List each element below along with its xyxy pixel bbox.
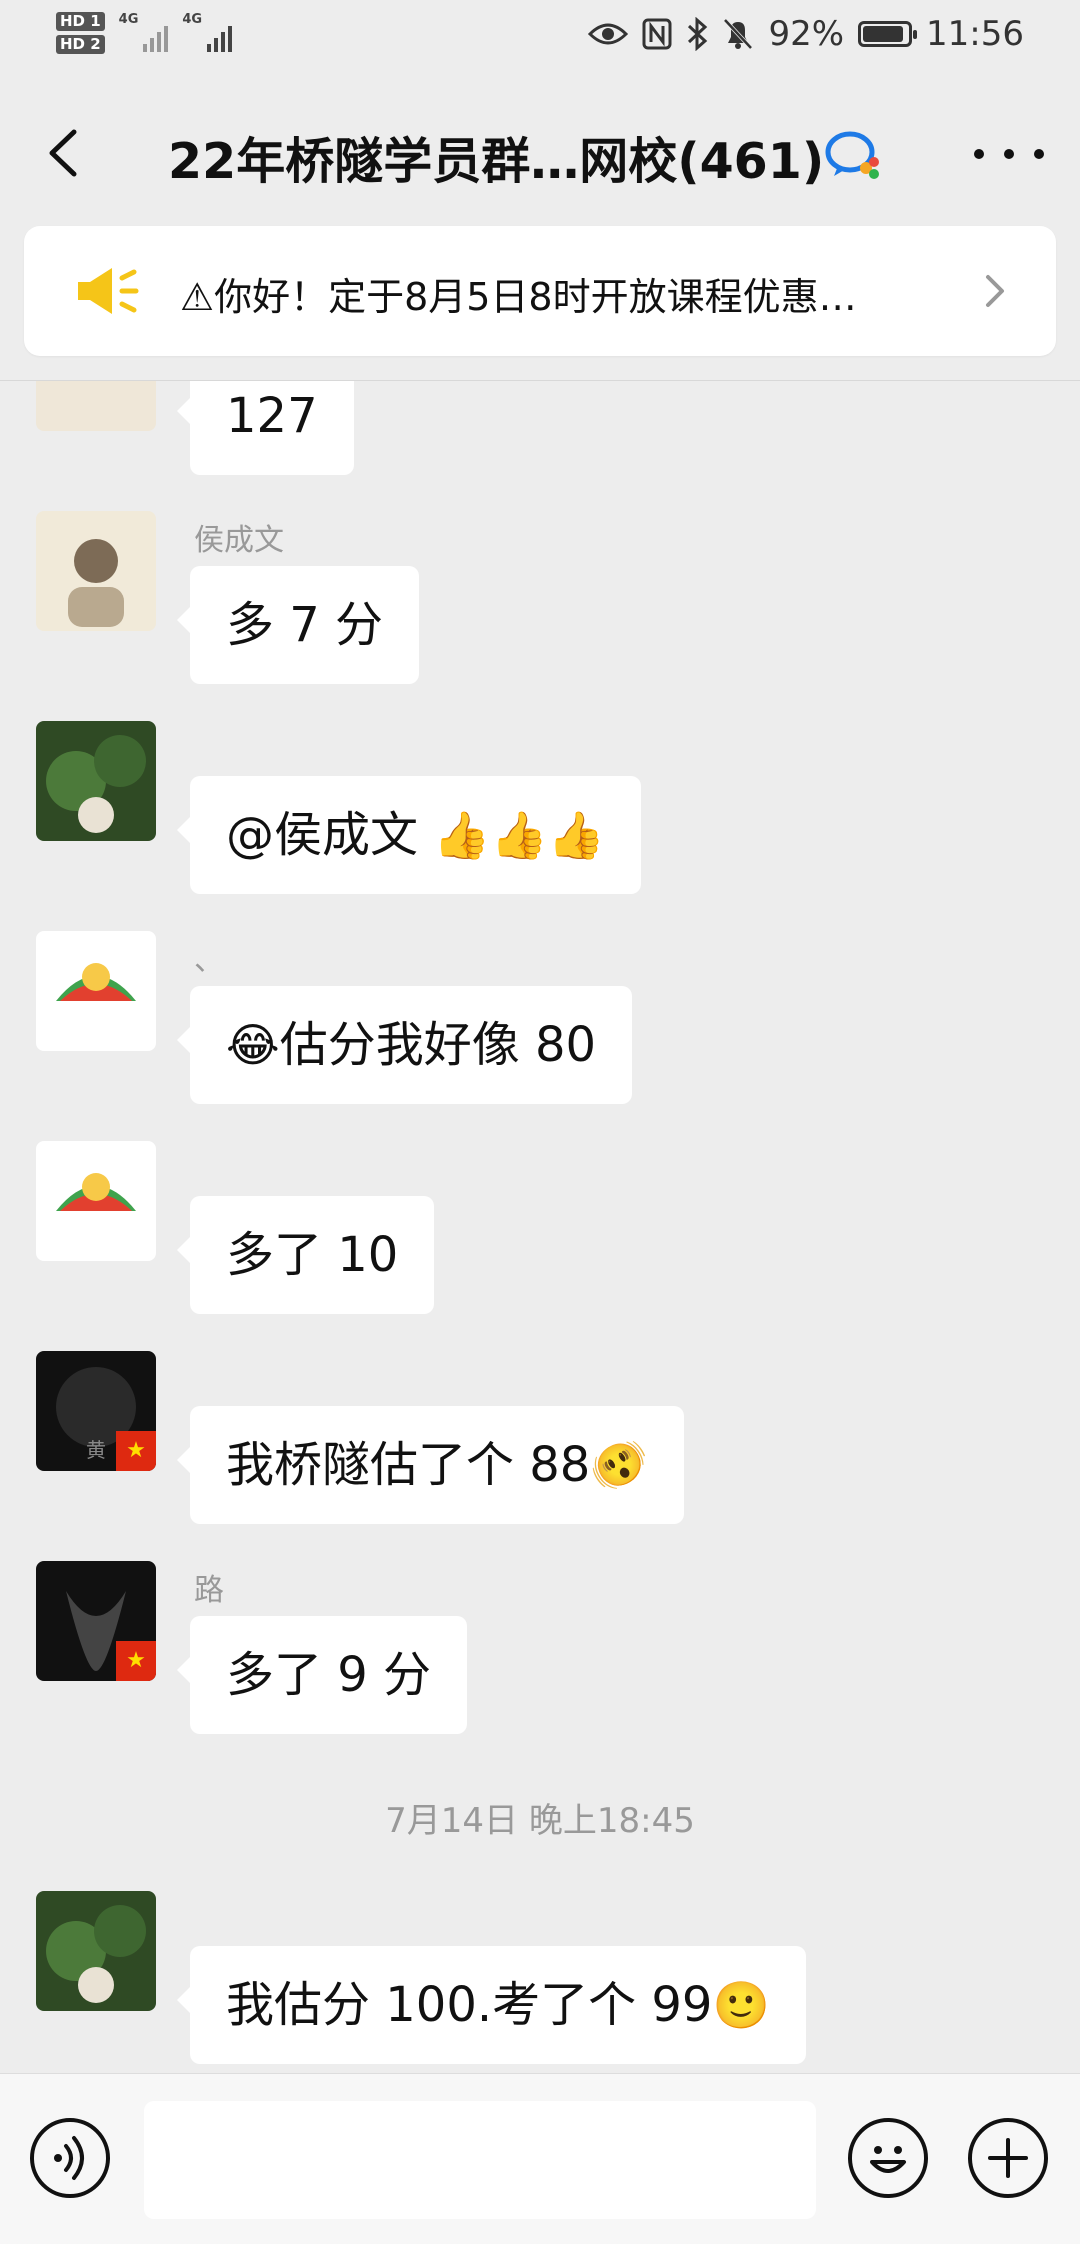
avatar[interactable] xyxy=(36,381,156,431)
group-announcement-banner[interactable]: ⚠你好！定于8月5日8时开放课程优惠… xyxy=(24,226,1056,356)
emoji-button[interactable] xyxy=(848,2118,928,2198)
message-text: 我估分 100.考了个 99 xyxy=(226,1977,713,2033)
message-text: 我桥隧估了个 88 xyxy=(226,1437,591,1493)
message-text: @侯成文 xyxy=(226,807,434,863)
avatar[interactable] xyxy=(36,721,156,841)
message-list[interactable]: 127 侯成文 多 7 分 @侯成文 👍👍👍 、 😂估分我好像 80 多了 10… xyxy=(0,381,1080,2073)
thumbs-up-icon: 👍👍👍 xyxy=(433,808,606,862)
hd2-badge: HD 2 xyxy=(56,35,105,54)
message-bubble[interactable]: 😂估分我好像 80 xyxy=(176,986,633,1104)
announcement-text: ⚠你好！定于8月5日8时开放课程优惠… xyxy=(180,275,857,319)
message-bubble[interactable]: 多了 9 分 xyxy=(176,1616,468,1734)
sender-name: 路 xyxy=(194,1573,224,1608)
more-options-button[interactable] xyxy=(974,124,1044,184)
sender-name: 、 xyxy=(194,943,224,978)
broken-face-emoji-icon: 🫨 xyxy=(590,1438,648,1492)
message-text: 多了 10 xyxy=(226,1227,399,1283)
avatar[interactable]: 黄 ★ xyxy=(36,1351,156,1471)
voice-wave-icon xyxy=(54,2136,84,2180)
battery-percent: 92% xyxy=(768,14,845,54)
status-bar: HD 1 HD 2 4G 4G 92% 11:56 xyxy=(0,0,1080,80)
message-text: 多了 9 分 xyxy=(226,1647,432,1703)
message-text: 估分我好像 80 xyxy=(279,1017,597,1073)
smiley-icon xyxy=(870,2146,906,2173)
message-bubble[interactable]: 多了 10 xyxy=(176,1196,435,1314)
back-button[interactable] xyxy=(34,118,94,188)
avatar[interactable] xyxy=(36,511,156,631)
voice-input-button[interactable] xyxy=(30,2118,110,2198)
avatar-image xyxy=(56,963,136,1001)
hd-indicators: HD 1 HD 2 xyxy=(56,12,105,54)
smiling-face-icon: 🙂 xyxy=(712,1978,770,2032)
more-dot-icon xyxy=(1034,149,1044,159)
megaphone-icon xyxy=(78,268,139,314)
enterprise-wechat-icon xyxy=(825,131,879,179)
signal-1-label: 4G xyxy=(118,12,139,27)
message-input[interactable] xyxy=(144,2101,816,2219)
message-bubble[interactable]: 多 7 分 xyxy=(176,566,420,684)
avatar-image xyxy=(46,735,146,833)
message-text: 127 xyxy=(226,388,318,444)
message-bubble[interactable]: 我桥隧估了个 88🫨 xyxy=(177,1406,684,1524)
bluetooth-icon xyxy=(688,17,708,51)
avatar[interactable]: ★ xyxy=(36,1561,156,1681)
time-separator: 7月14日 晚上18:45 xyxy=(385,1801,695,1841)
plus-icon xyxy=(988,2138,1028,2178)
message-bubble[interactable]: 我估分 100.考了个 99🙂 xyxy=(177,1946,806,2064)
message-bubble[interactable]: @侯成文 👍👍👍 xyxy=(176,776,642,894)
input-bar xyxy=(0,2073,1080,2244)
eye-icon xyxy=(588,23,629,45)
back-arrow-icon xyxy=(49,129,77,177)
more-dot-icon xyxy=(974,149,984,159)
status-left: HD 1 HD 2 4G 4G xyxy=(56,12,233,54)
message-bubble[interactable]: 127 xyxy=(177,381,354,475)
chat-header: 22年桥隧学员群…网校(461) xyxy=(0,80,1080,226)
avatar-image xyxy=(68,539,124,627)
more-dot-icon xyxy=(1004,149,1014,159)
avatar[interactable] xyxy=(36,1141,156,1261)
signal-2-label: 4G xyxy=(182,12,203,27)
clock: 11:56 xyxy=(926,14,1024,54)
hd1-badge: HD 1 xyxy=(56,12,105,31)
status-right: 92% 11:56 xyxy=(588,14,1024,54)
crying-laughing-icon: 😂 xyxy=(226,1018,280,1072)
avatar-image xyxy=(46,1905,146,2003)
chevron-right-icon xyxy=(986,275,1004,307)
battery-icon xyxy=(858,21,918,47)
signal-1-icon: 4G xyxy=(119,12,169,52)
avatar-image xyxy=(56,1173,136,1211)
signal-2-icon: 4G xyxy=(182,12,233,52)
avatar[interactable] xyxy=(36,1891,156,2011)
battery-fill xyxy=(863,26,904,42)
china-flag-icon: ★ xyxy=(116,1431,156,1471)
avatar[interactable] xyxy=(36,931,156,1051)
message-text: 多 7 分 xyxy=(226,597,384,653)
mute-bell-icon xyxy=(723,18,753,50)
avatar-caption: 黄 xyxy=(86,1438,106,1462)
chat-title: 22年桥隧学员群…网校(461) xyxy=(168,133,825,190)
nfc-icon xyxy=(642,18,672,50)
more-functions-button[interactable] xyxy=(968,2118,1048,2198)
sender-name: 侯成文 xyxy=(194,523,284,558)
china-flag-icon: ★ xyxy=(116,1641,156,1681)
